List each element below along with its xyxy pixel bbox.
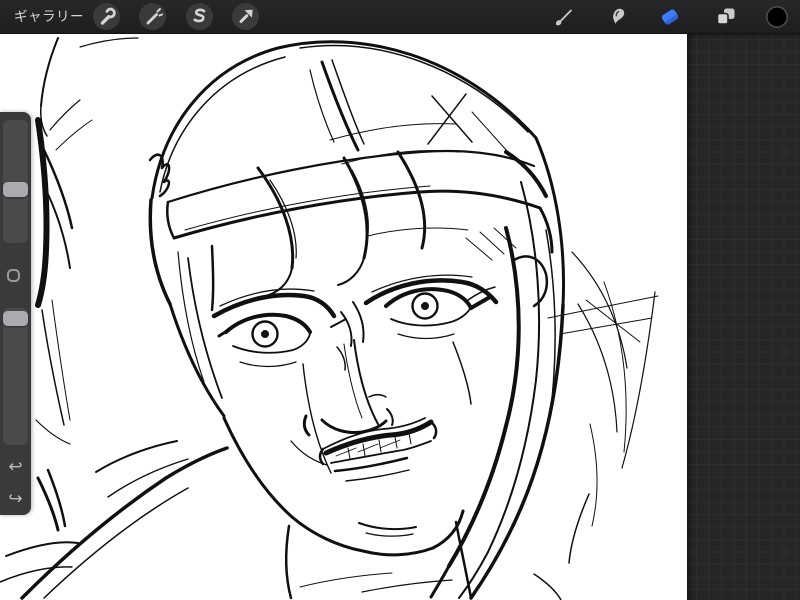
color-swatch-button[interactable] bbox=[764, 4, 790, 30]
brush-tool-button[interactable] bbox=[550, 4, 576, 30]
redo-button[interactable]: ↪ bbox=[0, 488, 31, 510]
gallery-button[interactable]: ギャラリー bbox=[14, 0, 84, 33]
brush-size-handle[interactable] bbox=[3, 182, 28, 197]
s-curve-icon bbox=[193, 8, 206, 23]
smudge-tool-button[interactable] bbox=[604, 4, 630, 30]
brush-sidebar: ↩ ↪ bbox=[0, 112, 31, 515]
top-toolbar: ギャラリー bbox=[0, 0, 800, 34]
brush-icon bbox=[555, 9, 572, 26]
opacity-slider[interactable] bbox=[3, 308, 28, 445]
actions-button[interactable] bbox=[93, 3, 120, 30]
smudge-finger-icon bbox=[613, 8, 625, 24]
opacity-handle[interactable] bbox=[3, 311, 28, 326]
eraser-icon bbox=[661, 9, 679, 25]
brush-size-slider[interactable] bbox=[3, 120, 28, 243]
adjustments-button[interactable] bbox=[139, 3, 166, 30]
magic-wand-icon bbox=[146, 8, 163, 25]
artwork-sketch bbox=[0, 37, 659, 600]
undo-button[interactable]: ↩ bbox=[0, 456, 31, 478]
arrow-cursor-icon bbox=[239, 9, 253, 23]
pasteboard-grid bbox=[687, 33, 800, 600]
color-swatch-icon bbox=[766, 6, 788, 28]
transform-button[interactable] bbox=[232, 3, 259, 30]
layers-icon bbox=[716, 8, 735, 25]
drawing-canvas[interactable] bbox=[0, 33, 687, 600]
layers-button[interactable] bbox=[713, 4, 739, 30]
selection-button[interactable] bbox=[186, 3, 213, 30]
wrench-icon bbox=[100, 7, 116, 25]
eraser-tool-button[interactable] bbox=[657, 4, 683, 30]
modify-button[interactable] bbox=[7, 269, 20, 282]
